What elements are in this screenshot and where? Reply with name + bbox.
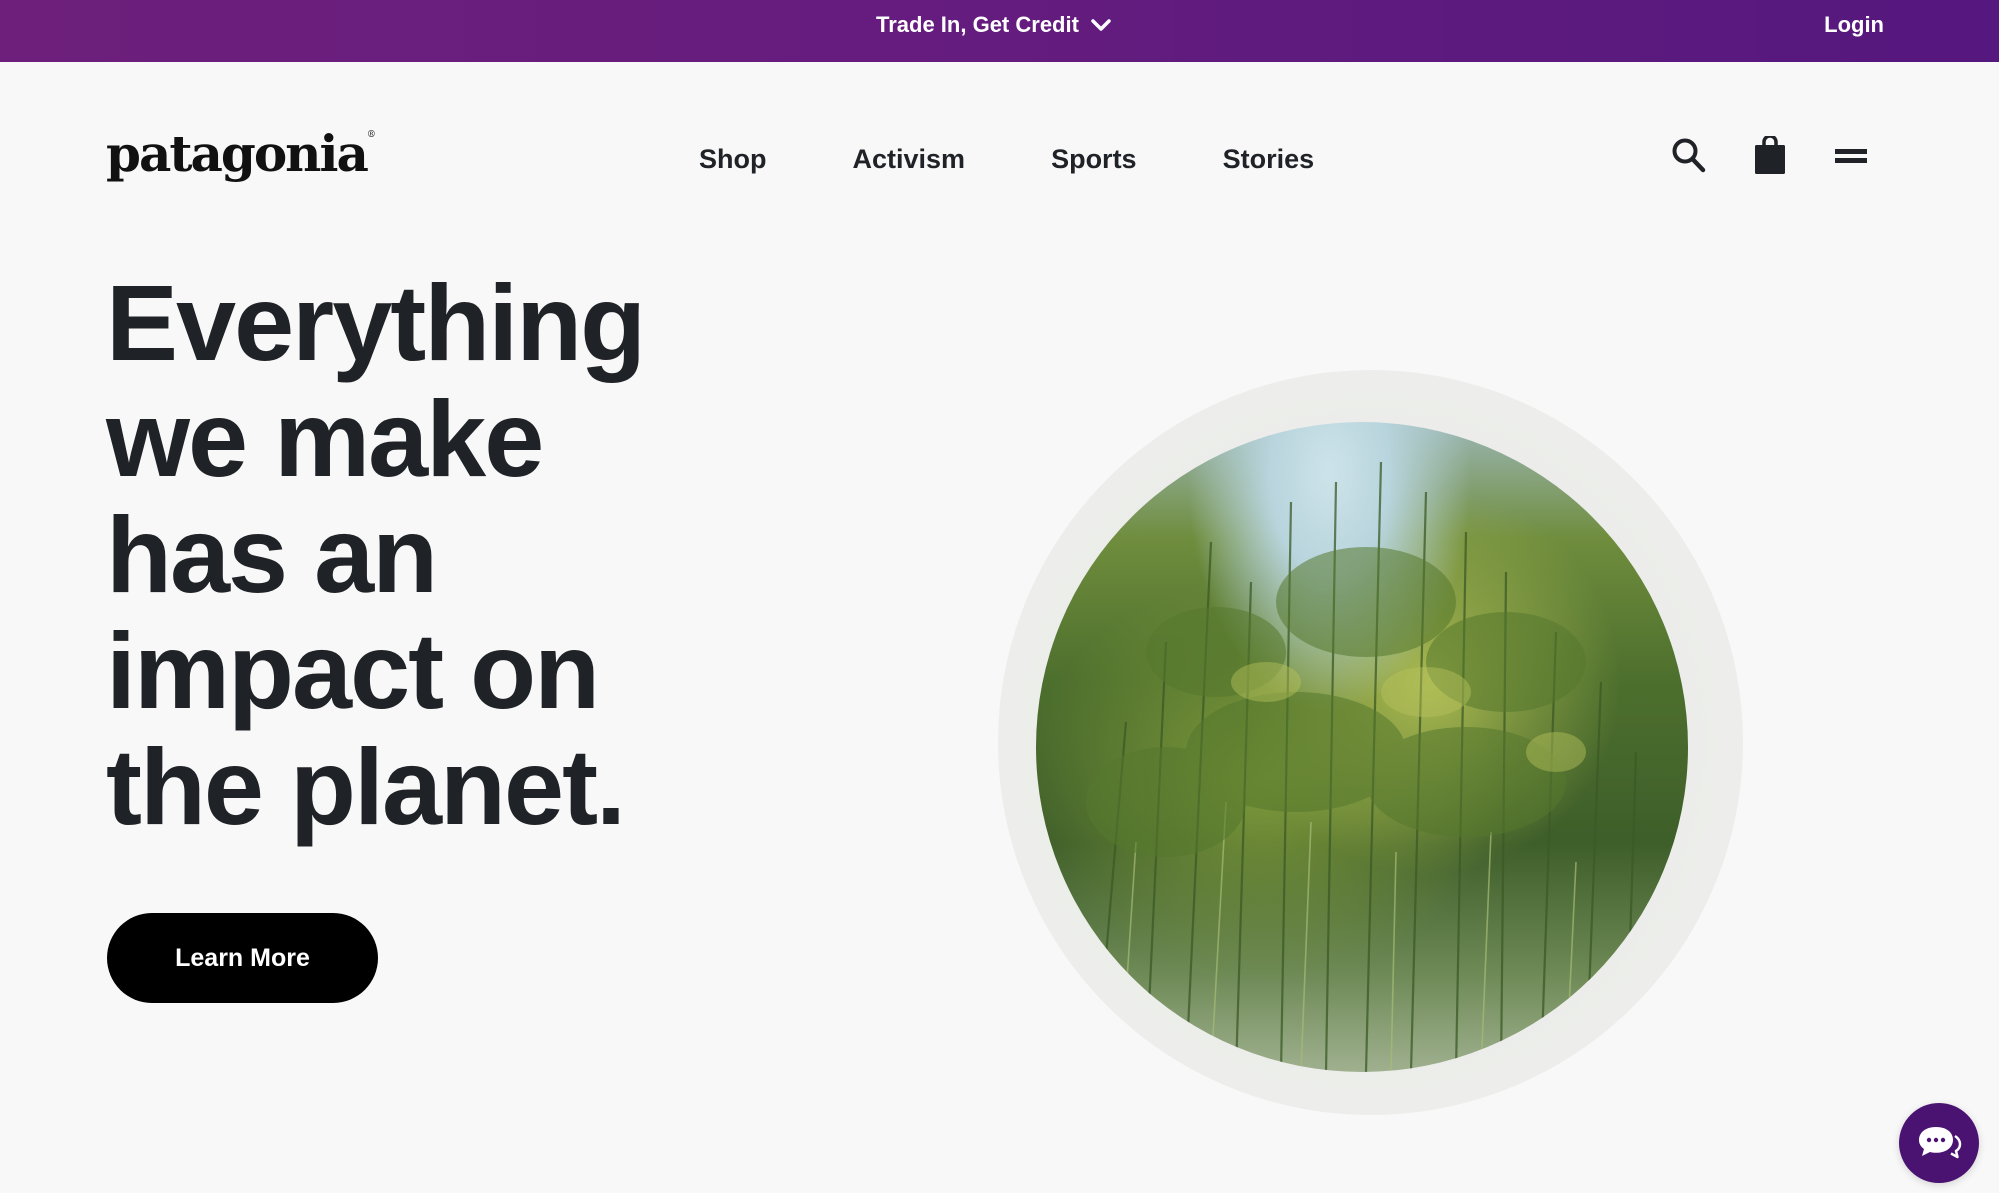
nav-shop[interactable]: Shop — [699, 144, 767, 175]
hero-visual — [998, 370, 1743, 1115]
chat-button[interactable] — [1899, 1103, 1979, 1183]
hemp-field-image — [1036, 422, 1688, 1072]
search-icon[interactable] — [1670, 136, 1707, 176]
promo-bar: Trade In, Get Credit Login — [0, 0, 1999, 62]
learn-more-button[interactable]: Learn More — [107, 913, 378, 1003]
site-header: patagonia® Shop Activism Sports Stories — [0, 62, 1999, 257]
chevron-down-icon — [1091, 19, 1111, 31]
logo-text: patagonia — [106, 124, 369, 183]
headline-line-1: Everything — [106, 262, 646, 383]
trade-in-label: Trade In, Get Credit — [876, 12, 1079, 37]
shopping-bag-icon[interactable] — [1751, 136, 1788, 176]
nav-stories[interactable]: Stories — [1223, 144, 1315, 175]
hero-headline: Everything we make has an impact on the … — [106, 265, 826, 845]
header-actions — [1670, 136, 1869, 176]
page: Trade In, Get Credit Login patagonia® Sh… — [0, 0, 1999, 1193]
headline-line-5: the planet. — [106, 726, 626, 847]
login-link[interactable]: Login — [1824, 0, 1884, 50]
headline-line-4: impact on — [106, 610, 600, 731]
registered-mark: ® — [366, 130, 376, 140]
headline-line-3: has an — [106, 494, 438, 615]
nav-sports[interactable]: Sports — [1051, 144, 1137, 175]
menu-icon[interactable] — [1832, 136, 1869, 176]
nav-activism[interactable]: Activism — [853, 144, 966, 175]
trade-in-dropdown[interactable]: Trade In, Get Credit — [876, 0, 1111, 50]
headline-line-2: we make — [106, 378, 544, 499]
main-nav: Shop Activism Sports Stories — [699, 144, 1314, 175]
chat-icon — [1919, 1127, 1962, 1159]
patagonia-logo[interactable]: patagonia® — [106, 124, 376, 183]
